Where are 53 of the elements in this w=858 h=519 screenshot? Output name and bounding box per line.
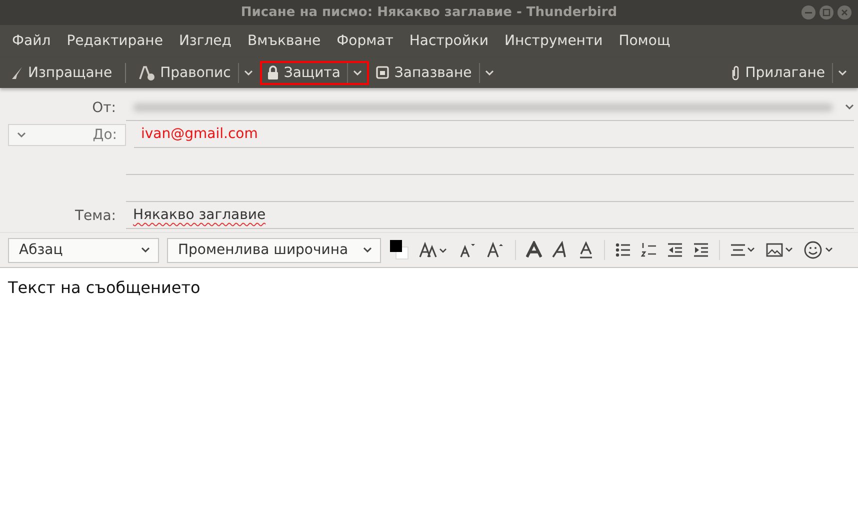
caret-icon bbox=[363, 247, 372, 253]
caret-icon bbox=[244, 70, 253, 76]
dropdown-button[interactable] bbox=[832, 62, 849, 82]
dropdown-button[interactable] bbox=[478, 62, 496, 82]
recipient-field[interactable]: ivan@gmail.com bbox=[134, 122, 854, 148]
recipient-type-dropdown[interactable]: До: bbox=[8, 124, 126, 146]
menu-item[interactable]: Изглед bbox=[170, 33, 240, 49]
numbered-list-icon[interactable] bbox=[641, 242, 657, 258]
indent-icon[interactable] bbox=[693, 242, 709, 258]
send-button[interactable]: Изпращане bbox=[9, 62, 114, 82]
outdent-icon[interactable] bbox=[667, 242, 683, 258]
save-icon bbox=[376, 66, 390, 79]
caret-icon bbox=[141, 247, 150, 253]
bold-icon[interactable] bbox=[526, 241, 542, 259]
menu-item[interactable]: Инструменти bbox=[496, 33, 611, 49]
paperclip-icon bbox=[731, 64, 740, 80]
caret-icon bbox=[484, 70, 494, 76]
dropdown-button[interactable] bbox=[238, 62, 255, 82]
from-label: От: bbox=[91, 100, 117, 116]
send-icon bbox=[11, 66, 23, 80]
menu-item[interactable]: Помощ bbox=[610, 33, 678, 49]
security-button[interactable]: Защита bbox=[264, 62, 342, 82]
caret-icon bbox=[353, 70, 362, 76]
caret-icon bbox=[838, 70, 847, 76]
underline-icon[interactable] bbox=[578, 241, 594, 259]
save-button[interactable]: Запазване bbox=[374, 62, 474, 82]
menu-item[interactable]: Редактиране bbox=[58, 33, 171, 49]
text-color-icon[interactable] bbox=[389, 239, 409, 261]
paragraph-format-select[interactable]: Абзац bbox=[8, 238, 159, 262]
spellcheck-icon bbox=[139, 64, 156, 80]
menu-item[interactable]: Настройки bbox=[401, 33, 496, 49]
menu-item[interactable]: Вмъкване bbox=[239, 33, 329, 49]
image-icon[interactable] bbox=[766, 242, 794, 258]
message-body-text[interactable]: Текст на съобщението bbox=[8, 278, 850, 297]
font-smaller-icon[interactable] bbox=[459, 241, 477, 259]
italic-icon[interactable] bbox=[552, 241, 568, 259]
menu-item[interactable]: Файл bbox=[4, 33, 59, 49]
subject-field[interactable]: Някакво заглавие bbox=[126, 202, 854, 228]
font-select[interactable]: Променлива широчина bbox=[167, 238, 381, 262]
caret-icon bbox=[17, 132, 26, 138]
spelling-button[interactable]: Правопис bbox=[137, 62, 233, 82]
font-size-icon[interactable] bbox=[419, 241, 449, 259]
align-icon[interactable] bbox=[730, 242, 756, 258]
caret-icon bbox=[845, 104, 854, 110]
padlock-icon bbox=[266, 65, 279, 80]
window-title: Писане на писмо: Някакво заглавие - Thunderbird bbox=[240, 5, 618, 20]
smiley-icon[interactable] bbox=[804, 241, 834, 259]
subject-label: Тема: bbox=[74, 208, 117, 224]
menu-item[interactable]: Формат bbox=[328, 33, 402, 49]
attach-button[interactable]: Прилагане bbox=[729, 62, 827, 82]
font-larger-icon[interactable] bbox=[487, 241, 505, 259]
dropdown-button[interactable] bbox=[347, 62, 364, 82]
bulleted-list-icon[interactable] bbox=[615, 242, 631, 258]
